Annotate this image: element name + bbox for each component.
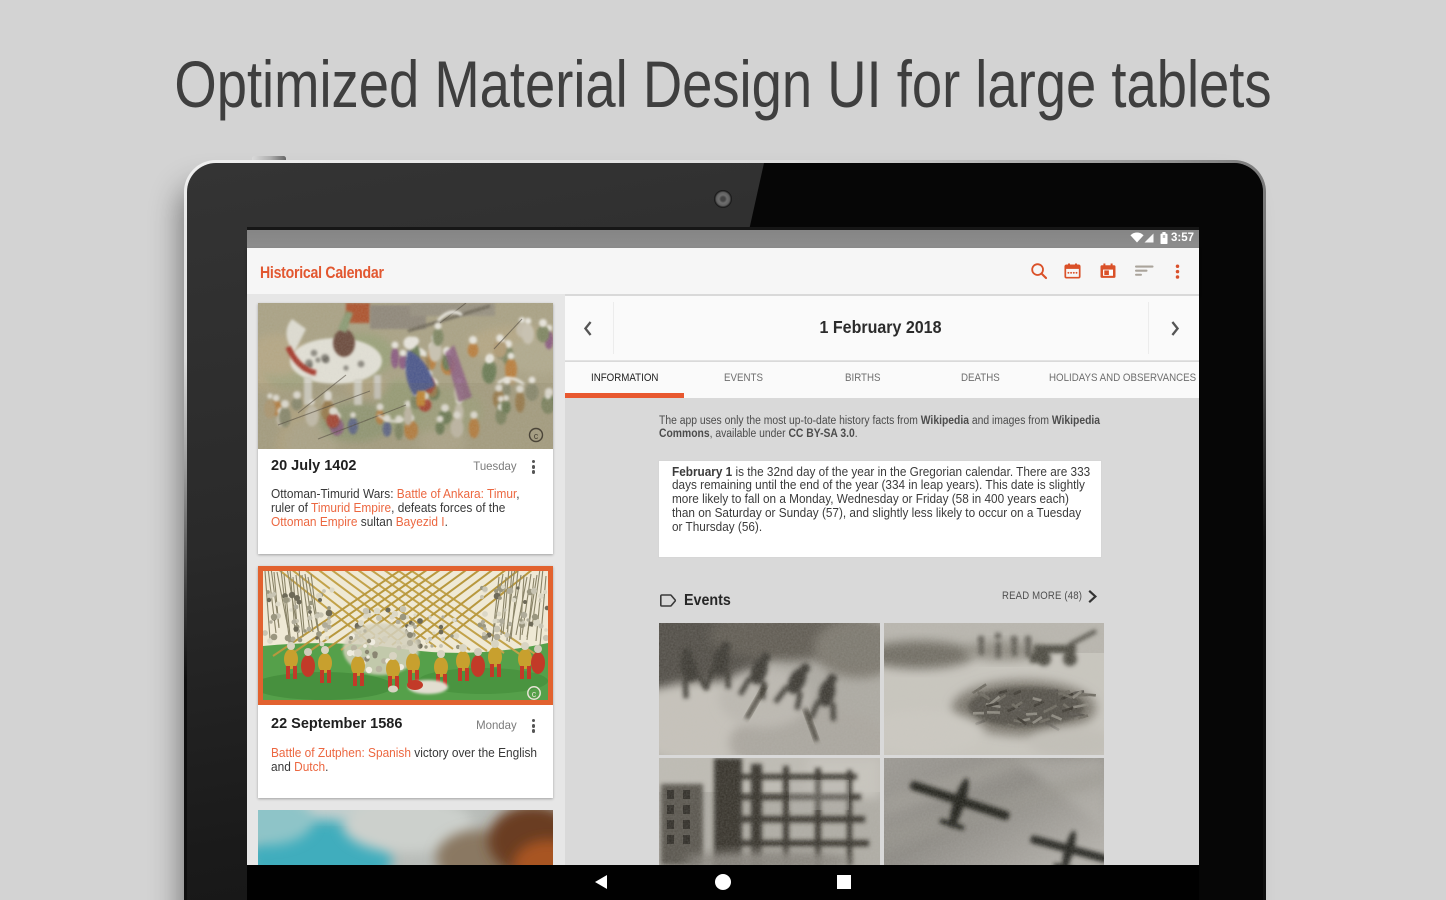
svg-text:c: c <box>534 431 539 441</box>
svg-text:c: c <box>532 689 537 699</box>
